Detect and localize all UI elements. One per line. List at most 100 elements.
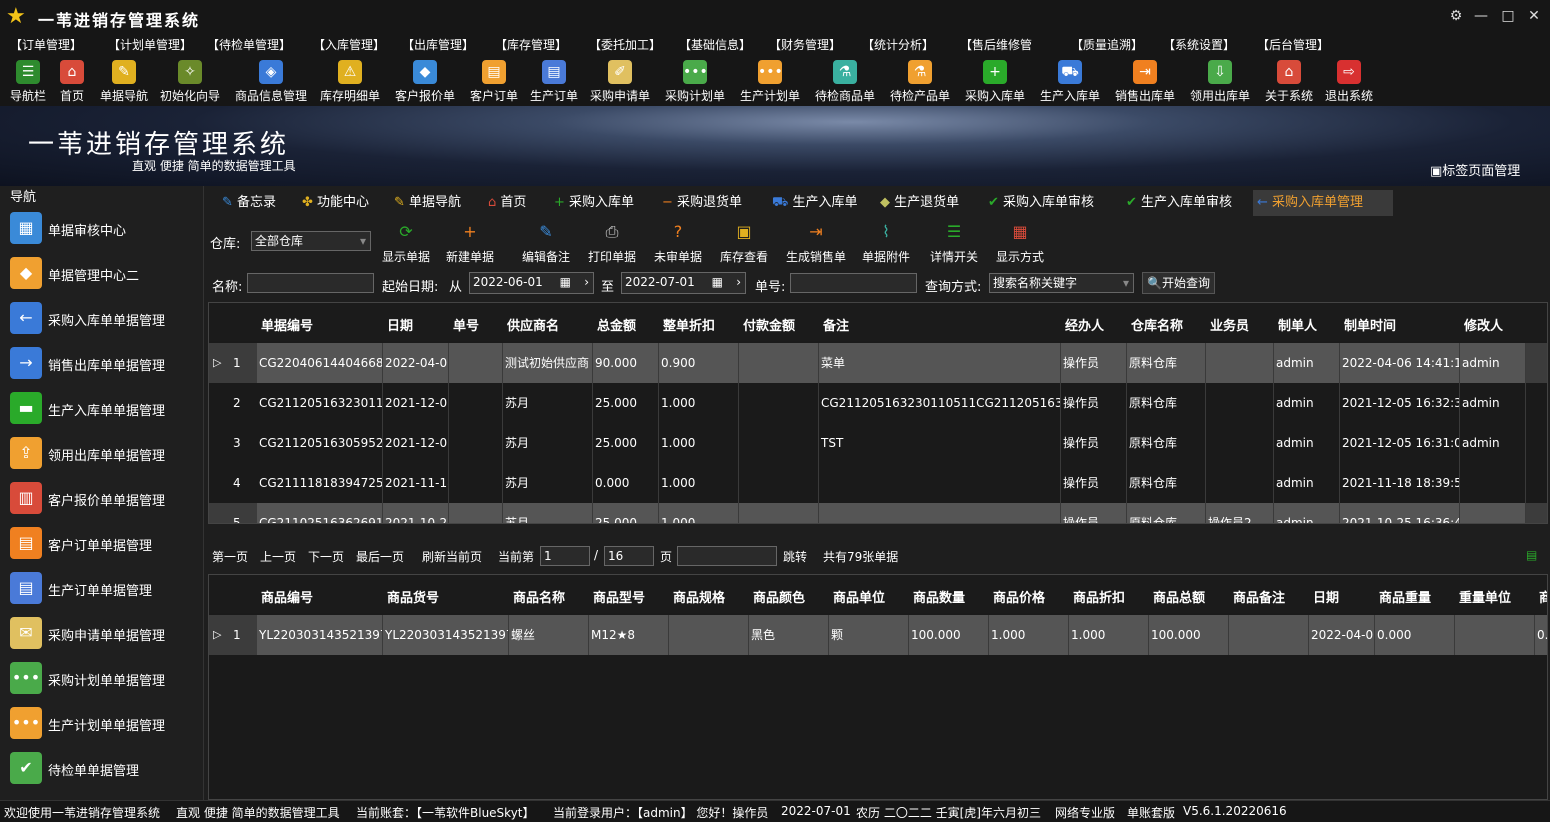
action-button[interactable]: ⎙ 打印单据 — [588, 218, 636, 265]
toolbar-button[interactable]: ⌂ 关于系统 — [1265, 60, 1313, 104]
table-cell[interactable]: 0.000 — [1375, 615, 1455, 655]
column-header[interactable]: 商品数量 — [913, 587, 965, 606]
table-row[interactable]: 2 CG2112051632301105112021-12-05 苏月25.0001… — [209, 383, 1547, 423]
table-cell[interactable]: 苏月 — [503, 463, 593, 503]
table-cell[interactable] — [739, 343, 819, 383]
tab[interactable]: ✎ 单据导航 — [390, 190, 475, 216]
toolbar-button[interactable]: ✧ 初始化向导 — [160, 60, 220, 104]
toolbar-button[interactable]: ✐ 采购申请单 — [590, 60, 650, 104]
table-cell[interactable] — [739, 463, 819, 503]
table-cell[interactable]: 25.000 — [593, 383, 659, 423]
table-cell[interactable]: 100.000 — [1149, 615, 1229, 655]
menu-item[interactable]: 【库存管理】 — [495, 34, 576, 56]
table-cell[interactable]: 0.900 — [659, 343, 739, 383]
tab[interactable]: + 采购入库单 — [550, 190, 650, 216]
table-cell[interactable]: 1.000 — [659, 463, 739, 503]
table-cell[interactable]: CG211118183947258660 — [257, 463, 383, 503]
gear-icon[interactable]: ⚙ — [1445, 6, 1467, 26]
table-cell[interactable]: 螺丝 — [509, 615, 589, 655]
table-cell[interactable] — [1460, 503, 1526, 523]
to-date-input[interactable]: 2022-07-01 ▦ › — [621, 272, 746, 294]
table-row[interactable]: 5 CG2110251636269117572021-10-25 苏月25.0001… — [209, 503, 1547, 523]
column-header[interactable]: 制单时间 — [1344, 315, 1396, 334]
chevron-right-icon[interactable]: › — [736, 273, 741, 291]
table-cell[interactable] — [1206, 343, 1274, 383]
table-cell[interactable] — [1229, 615, 1309, 655]
table-cell[interactable]: 苏月 — [503, 423, 593, 463]
table-cell[interactable]: 90.000 — [593, 343, 659, 383]
column-header[interactable]: 商品颜色 — [753, 587, 805, 606]
table-cell[interactable]: 原料仓库 — [1127, 383, 1206, 423]
action-button[interactable]: ✎ 编辑备注 — [522, 218, 570, 265]
table-cell[interactable] — [739, 503, 819, 523]
column-header[interactable]: 商品编号 — [261, 587, 313, 606]
table-cell[interactable]: 0.000 — [593, 463, 659, 503]
sidebar-item[interactable]: ••• 生产计划单单据管理 — [0, 701, 204, 746]
chevron-right-icon[interactable]: › — [584, 273, 589, 291]
table-cell[interactable]: 颗 — [829, 615, 909, 655]
last-page-button[interactable]: 最后一页 — [356, 548, 404, 565]
table-cell[interactable]: 100.000 — [909, 615, 989, 655]
column-header[interactable]: 修改人 — [1464, 315, 1503, 334]
menu-item[interactable]: 【质量追溯】 — [1071, 34, 1152, 56]
column-header[interactable]: 经办人 — [1065, 315, 1104, 334]
table-cell[interactable]: YL220303143521397786 — [257, 615, 383, 655]
menu-item[interactable]: 【统计分析】 — [862, 34, 943, 56]
table-cell[interactable] — [1206, 383, 1274, 423]
table-cell[interactable] — [1206, 423, 1274, 463]
menu-item[interactable]: 【财务管理】 — [769, 34, 850, 56]
toolbar-button[interactable]: + 采购入库单 — [965, 60, 1025, 104]
table-cell[interactable]: admin — [1460, 343, 1526, 383]
table-cell[interactable]: admin — [1274, 503, 1340, 523]
action-button[interactable]: ▣ 库存查看 — [720, 218, 768, 265]
sidebar-item[interactable]: ← 采购入库单单据管理 — [0, 296, 204, 341]
toolbar-button[interactable]: ▤ 客户订单 — [470, 60, 518, 104]
table-cell[interactable]: 2021-12-05 16:32:38 — [1340, 383, 1460, 423]
tab[interactable]: ◆ 生产退货单 — [876, 190, 976, 216]
table-cell[interactable]: 2021-11-18 18:39:58 — [1340, 463, 1460, 503]
column-header[interactable]: 仓库名称 — [1131, 315, 1183, 334]
action-button[interactable]: ⌇ 单据附件 — [862, 218, 910, 265]
column-header[interactable]: 商品型号 — [593, 587, 645, 606]
table-row[interactable]: ▷ 1 YL220303143521397786YL2203031435213977… — [209, 615, 1547, 655]
table-cell[interactable]: 菜单 — [819, 343, 1061, 383]
tab[interactable]: ⛟ 生产入库单 — [768, 190, 868, 216]
toolbar-button[interactable]: ••• 生产计划单 — [740, 60, 800, 104]
table-cell[interactable]: 25.000 — [593, 423, 659, 463]
name-input[interactable] — [247, 273, 374, 293]
toolbar-button[interactable]: ⛟ 生产入库单 — [1040, 60, 1100, 104]
menu-item[interactable]: 【入库管理】 — [313, 34, 394, 56]
column-header[interactable]: 日期 — [1313, 587, 1339, 606]
table-cell[interactable]: 操作员 — [1061, 423, 1127, 463]
column-header[interactable]: 付款金额 — [743, 315, 795, 334]
table-cell[interactable]: 0. — [1535, 615, 1547, 655]
sidebar-item[interactable]: ▤ 生产订单单据管理 — [0, 566, 204, 611]
current-page-input[interactable]: 1 — [540, 546, 590, 566]
table-cell[interactable] — [1206, 463, 1274, 503]
table-cell[interactable]: 2021-12-05 — [383, 383, 449, 423]
table-cell[interactable]: admin — [1274, 343, 1340, 383]
close-button[interactable]: ✕ — [1523, 6, 1545, 26]
sidebar-item[interactable]: → 销售出库单单据管理 — [0, 341, 204, 386]
table-row[interactable]: 3 CG2112051630595294162021-12-05 苏月25.0001… — [209, 423, 1547, 463]
tab[interactable]: ⌂ 首页 — [484, 190, 544, 216]
table-cell[interactable]: 操作员 — [1061, 343, 1127, 383]
table-cell[interactable]: 1.000 — [659, 383, 739, 423]
tab[interactable]: ✔ 生产入库单审核 — [1122, 190, 1250, 216]
table-cell[interactable] — [449, 423, 503, 463]
toolbar-button[interactable]: ☰ 导航栏 — [10, 60, 46, 104]
table-cell[interactable]: YL220303143521397786 — [383, 615, 509, 655]
toolbar-button[interactable]: ⚗ 待检产品单 — [890, 60, 950, 104]
jump-page-input[interactable] — [677, 546, 777, 566]
sidebar-item[interactable]: ◆ 单据管理中心二 — [0, 251, 204, 296]
toolbar-button[interactable]: ⇨ 退出系统 — [1325, 60, 1373, 104]
column-header[interactable]: 商 — [1539, 587, 1547, 606]
toolbar-button[interactable]: ✎ 单据导航 — [100, 60, 148, 104]
table-cell[interactable]: 2021-10-25 16:36:46 — [1340, 503, 1460, 523]
table-row[interactable]: 4 CG2111181839472586602021-11-18 苏月0.0001.… — [209, 463, 1547, 503]
column-header[interactable]: 商品价格 — [993, 587, 1045, 606]
table-cell[interactable]: 苏月 — [503, 383, 593, 423]
sidebar-item[interactable]: ✔ 待检单单据管理 — [0, 746, 204, 791]
table-cell[interactable]: CG2204061440466882​87 — [257, 343, 383, 383]
column-header[interactable]: 日期 — [387, 315, 413, 334]
